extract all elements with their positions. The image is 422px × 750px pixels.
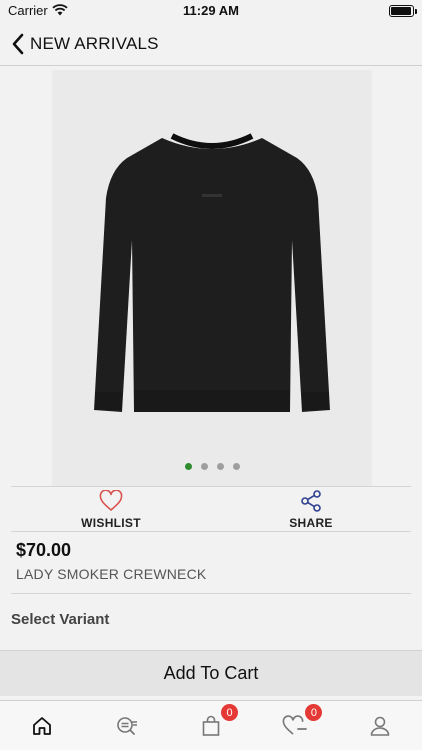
nav-title: NEW ARRIVALS xyxy=(30,34,159,53)
wishlist-label: WISHLIST xyxy=(81,516,141,530)
product-price: $70.00 xyxy=(16,540,72,560)
status-bar: Carrier 11:29 AM xyxy=(0,0,422,22)
pager-dot[interactable] xyxy=(216,463,224,470)
battery-icon xyxy=(389,5,417,17)
search-list-icon xyxy=(116,716,137,735)
battery-level xyxy=(391,7,411,15)
product-photo xyxy=(94,133,330,412)
tab-home[interactable] xyxy=(0,701,84,750)
heart-minus-icon xyxy=(283,714,308,735)
home-icon xyxy=(33,716,52,735)
tab-profile[interactable] xyxy=(338,701,422,750)
tab-search[interactable] xyxy=(84,701,168,750)
share-label: SHARE xyxy=(289,516,333,530)
pager-dot[interactable] xyxy=(200,463,208,470)
shopping-bag-icon xyxy=(202,715,220,736)
pager-dot[interactable] xyxy=(232,463,240,470)
user-icon xyxy=(370,716,390,736)
add-to-cart-button[interactable]: Add To Cart xyxy=(0,650,422,696)
select-variant-heading: Select Variant xyxy=(11,611,110,628)
cart-badge: 0 xyxy=(221,704,239,721)
product-actions: WISHLIST SHARE xyxy=(11,486,411,532)
share-icon xyxy=(301,490,321,512)
product-name: LADY SMOKER CREWNECK xyxy=(16,566,207,582)
tab-cart[interactable]: 0 xyxy=(169,701,253,750)
wishlist-badge: 0 xyxy=(305,704,323,721)
clock: 11:29 AM xyxy=(183,3,239,18)
share-button[interactable]: SHARE xyxy=(211,487,411,531)
product-image-carousel[interactable] xyxy=(52,70,372,486)
divider xyxy=(11,593,411,594)
back-button[interactable]: NEW ARRIVALS xyxy=(10,30,159,58)
chevron-left-icon xyxy=(12,33,24,55)
product-detail-screen: Carrier 11:29 AM NEW ARRIVALS WISHLIST S… xyxy=(0,0,422,750)
tab-wishlist[interactable]: 0 xyxy=(253,701,337,750)
wishlist-button[interactable]: WISHLIST xyxy=(11,487,211,531)
carousel-pager xyxy=(52,463,372,470)
navigation-bar: NEW ARRIVALS xyxy=(0,22,422,66)
pager-dot[interactable] xyxy=(184,463,192,470)
tab-bar: 0 0 xyxy=(0,700,422,750)
heart-icon xyxy=(99,490,123,511)
